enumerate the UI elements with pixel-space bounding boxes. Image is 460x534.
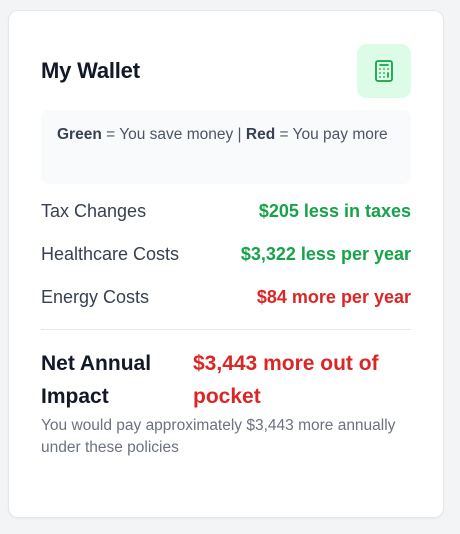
row-tax-changes: Tax Changes $205 less in taxes [41, 201, 411, 222]
color-legend: Green = You save money | Red = You pay m… [41, 110, 411, 184]
divider [41, 329, 411, 330]
legend-red-word: Red [245, 126, 276, 143]
legend-red-text: = You pay more [275, 126, 388, 143]
row-label: Healthcare Costs [41, 244, 180, 264]
calculator-icon [375, 60, 393, 82]
calculator-icon-button[interactable] [357, 44, 411, 98]
wallet-card: My Wallet Green = You save money | Red =… [8, 10, 444, 518]
legend-green-word: Green [57, 126, 102, 143]
row-label: Energy Costs [41, 287, 150, 307]
wallet-title: My Wallet [41, 58, 140, 83]
row-label: Tax Changes [41, 201, 147, 221]
row-healthcare-costs: Healthcare Costs $3,322 less per year [41, 244, 411, 265]
net-impact-label: Net Annual Impact [41, 352, 152, 408]
row-value: $205 less in taxes [258, 201, 411, 221]
row-energy-costs: Energy Costs $84 more per year [41, 287, 411, 308]
row-value: $3,322 less per year [240, 244, 411, 264]
wallet-header: My Wallet [41, 43, 411, 99]
net-impact-value: $3,443 more out of pocket [193, 352, 379, 408]
net-impact-description: You would pay approximately $3,443 more … [41, 417, 396, 456]
legend-green-text: = You save money | [101, 126, 246, 143]
row-value: $84 more per year [256, 287, 411, 307]
